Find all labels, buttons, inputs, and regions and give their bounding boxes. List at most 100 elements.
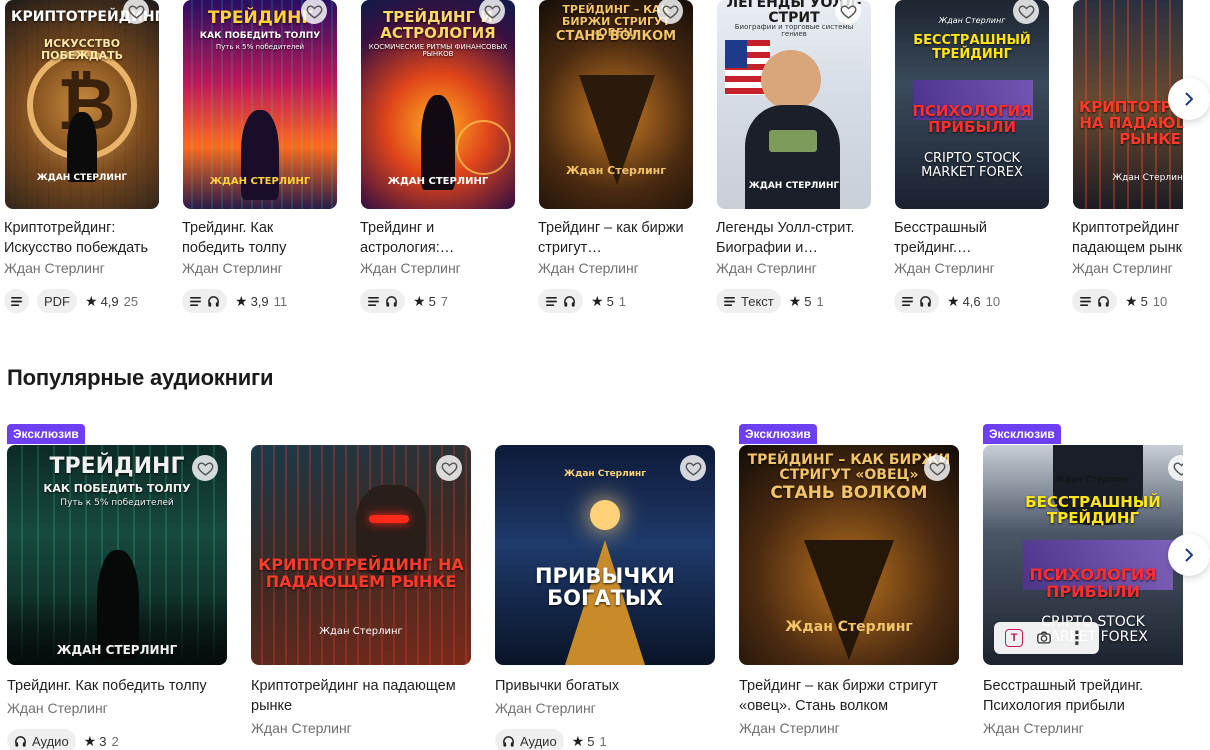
book-cover[interactable]: ТРЕЙДИНГ КАК ПОБЕДИТЬ ТОЛПУ Путь к 5% по…: [7, 445, 227, 665]
rating-value: 5: [606, 293, 614, 309]
book-author[interactable]: Ждан Стерлинг: [360, 260, 520, 280]
rating-count: 1: [618, 293, 627, 309]
book-title[interactable]: Легенды Уолл-стрит. Биографии и…: [716, 218, 872, 258]
heart-icon[interactable]: [192, 455, 218, 481]
book-cover[interactable]: ₿ КРИПТОТРЕЙДИНГ ИСКУССТВО ПОБЕЖДАТЬ ЖДА…: [5, 0, 159, 209]
book-title[interactable]: Криптотрейдинг: Искусство побеждать: [4, 218, 160, 258]
format-badge: [538, 289, 583, 313]
book-meta: Текст ★ 5 1: [716, 289, 876, 313]
headphones-icon: [15, 735, 26, 747]
format-badge: PDF: [37, 289, 77, 313]
format-label: Текст: [741, 293, 774, 309]
book-meta: ★ 5 1: [538, 289, 698, 313]
cover-title: КРИПТОТРЕЙДИНГ НА ПАДАЮЩЕМ РЫНКЕ: [1079, 98, 1183, 148]
camera-search-icon[interactable]: [1033, 627, 1055, 649]
book-author[interactable]: Ждан Стерлинг: [1072, 260, 1183, 280]
format-label: Аудио: [32, 733, 69, 749]
cover-subtitle: СТАНЬ ВОЛКОМ: [770, 483, 928, 503]
rating-count: 1: [816, 293, 824, 309]
heart-icon[interactable]: [680, 455, 706, 481]
star-icon: ★: [788, 292, 802, 309]
text-icon: [902, 296, 913, 306]
book-meta: ★ 3,9 11: [182, 289, 342, 313]
rating: ★ 5 1: [789, 293, 824, 310]
book-cover[interactable]: ЛЕГЕНДЫ УОЛЛ-СТРИТ Биографии и торговые …: [717, 0, 871, 209]
book-title[interactable]: Трейдинг и астрология:…: [360, 218, 516, 258]
book-meta: ★ 5 10: [1072, 289, 1183, 313]
book-card[interactable]: ТРЕЙДИНГ – КАК БИРЖИ СТРИГУТ «ОВЕЦ» СТАН…: [538, 0, 698, 313]
more-options-icon[interactable]: ⋮: [1066, 627, 1088, 649]
rating-count: 1: [599, 733, 607, 749]
cover-author: Ждан Стерлинг: [319, 626, 403, 637]
cover-title: КРИПТОТРЕЙДИНГ НА ПАДАЮЩЕМ РЫНКЕ: [258, 555, 464, 591]
book-author[interactable]: Ждан Стерлинг: [983, 720, 1084, 736]
book-card[interactable]: ЛЕГЕНДЫ УОЛЛ-СТРИТ Биографии и торговые …: [716, 0, 876, 313]
text-icon: [190, 296, 201, 306]
cover-author: ЖДАН СТЕРЛИНГ: [36, 173, 128, 183]
book-author[interactable]: Ждан Стерлинг: [7, 700, 108, 716]
book-cover[interactable]: КРИПТОТРЕЙДИНГ НА ПАДАЮЩЕМ РЫНКЕ Ждан Ст…: [251, 445, 471, 665]
book-author[interactable]: Ждан Стерлинг: [894, 260, 1054, 280]
book-title[interactable]: Бесстрашный трейдинг. Психология прибыли: [983, 676, 1183, 716]
book-meta: PDF ★ 4,9 25: [4, 289, 164, 313]
book-title[interactable]: Трейдинг. Как победить толпу: [7, 676, 235, 696]
cover-author: ЖДАН СТЕРЛИНГ: [387, 176, 489, 187]
rating: ★ 4,9 25: [85, 293, 138, 310]
book-title[interactable]: Привычки богатых: [495, 676, 723, 696]
cover-author: ЖДАН СТЕРЛИНГ: [209, 176, 311, 187]
star-icon: ★: [1125, 292, 1138, 309]
book-cover[interactable]: ТРЕЙДИНГ – КАК БИРЖИ СТРИГУТ «ОВЕЦ» СТАН…: [539, 0, 693, 209]
cover-author: ЖДАН СТЕРЛИНГ: [748, 181, 840, 191]
headphones-icon: [564, 295, 575, 307]
book-author[interactable]: Ждан Стерлинг: [716, 260, 876, 280]
cover-title: ТРЕЙДИНГ – КАК БИРЖИ СТРИГУТ «ОВЕЦ»: [747, 452, 951, 483]
book-author[interactable]: Ждан Стерлинг: [538, 260, 698, 280]
book-author[interactable]: Ждан Стерлинг: [182, 260, 342, 280]
book-cover[interactable]: ПРИВЫЧКИ БОГАТЫХ Ждан Стерлинг: [495, 445, 715, 665]
book-cover[interactable]: КРИПТОТРЕЙДИНГ НА ПАДАЮЩЕМ РЫНКЕ Ждан Ст…: [1073, 0, 1183, 209]
star-icon: ★: [413, 292, 426, 309]
top-books-carousel: ₿ КРИПТОТРЕЙДИНГ ИСКУССТВО ПОБЕЖДАТЬ ЖДА…: [0, 0, 1183, 330]
book-title[interactable]: Криптотрейдинг на падающем рынке: [1072, 218, 1183, 258]
carousel-next-button[interactable]: [1168, 78, 1210, 120]
rating: ★ 4,6 10: [947, 293, 1000, 310]
book-author[interactable]: Ждан Стерлинг: [739, 720, 840, 736]
book-title[interactable]: Криптотрейдинг на падающем рынке: [251, 676, 479, 716]
book-author[interactable]: Ждан Стерлинг: [495, 700, 596, 716]
section-title[interactable]: Популярные аудиокниги: [7, 365, 274, 391]
rating-value: 5: [587, 733, 595, 749]
book-card[interactable]: КРИПТОТРЕЙДИНГ НА ПАДАЮЩЕМ РЫНКЕ Ждан Ст…: [1072, 0, 1183, 313]
book-author[interactable]: Ждан Стерлинг: [4, 260, 164, 280]
headphones-icon: [503, 735, 514, 747]
cover-subtitle: ПСИХОЛОГИЯ ПРИБЫЛИ: [912, 102, 1032, 136]
rating-value: 5: [1140, 293, 1148, 309]
heart-icon[interactable]: [924, 455, 950, 481]
rating: ★ 5 7: [413, 293, 448, 310]
cover-subtitle: Биографии и торговые системы гениев: [734, 23, 854, 39]
text-select-icon[interactable]: T: [1005, 629, 1024, 647]
rating: ★ 5 1: [572, 733, 607, 750]
book-title[interactable]: Трейдинг – как биржи стригут…: [538, 218, 694, 258]
book-cover[interactable]: ТРЕЙДИНГ КАК ПОБЕДИТЬ ТОЛПУ Путь к 5% по…: [183, 0, 337, 209]
heart-icon[interactable]: [436, 455, 462, 481]
book-card[interactable]: ТРЕЙДИНГ КАК ПОБЕДИТЬ ТОЛПУ Путь к 5% по…: [182, 0, 342, 313]
book-meta: ★ 5 7: [360, 289, 520, 313]
book-card[interactable]: БЕССТРАШНЫЙ ТРЕЙДИНГ ПСИХОЛОГИЯ ПРИБЫЛИ …: [894, 0, 1054, 313]
cover-subtitle: ПСИХОЛОГИЯ ПРИБЫЛИ: [1029, 565, 1157, 601]
book-card[interactable]: ТРЕЙДИНГ И АСТРОЛОГИЯ КОСМИЧЕСКИЕ РИТМЫ …: [360, 0, 520, 313]
audiobooks-carousel: Эксклюзив ТРЕЙДИНГ КАК ПОБЕДИТЬ ТОЛПУ Пу…: [0, 420, 1183, 750]
book-cover[interactable]: ТРЕЙДИНГ И АСТРОЛОГИЯ КОСМИЧЕСКИЕ РИТМЫ …: [361, 0, 515, 209]
book-author[interactable]: Ждан Стерлинг: [251, 720, 352, 736]
book-cover[interactable]: ТРЕЙДИНГ – КАК БИРЖИ СТРИГУТ «ОВЕЦ» СТАН…: [739, 445, 959, 665]
format-badge: [894, 289, 939, 313]
book-title[interactable]: Бесстрашный трейдинг.…: [894, 218, 1050, 258]
cover-subtitle: КОСМИЧЕСКИЕ РИТМЫ ФИНАНСОВЫХ РЫНКОВ: [368, 43, 508, 59]
book-title[interactable]: Трейдинг. Как победить толпу: [182, 218, 338, 258]
headphones-icon: [1098, 295, 1109, 307]
rating-value: 5: [804, 293, 812, 309]
book-cover[interactable]: БЕССТРАШНЫЙ ТРЕЙДИНГ ПСИХОЛОГИЯ ПРИБЫЛИ …: [895, 0, 1049, 209]
book-card[interactable]: ₿ КРИПТОТРЕЙДИНГ ИСКУССТВО ПОБЕЖДАТЬ ЖДА…: [4, 0, 164, 313]
rating: ★ 5 10: [1125, 293, 1167, 310]
carousel-next-button[interactable]: [1168, 534, 1210, 576]
book-title[interactable]: Трейдинг – как биржи стригут «овец». Ста…: [739, 676, 967, 716]
